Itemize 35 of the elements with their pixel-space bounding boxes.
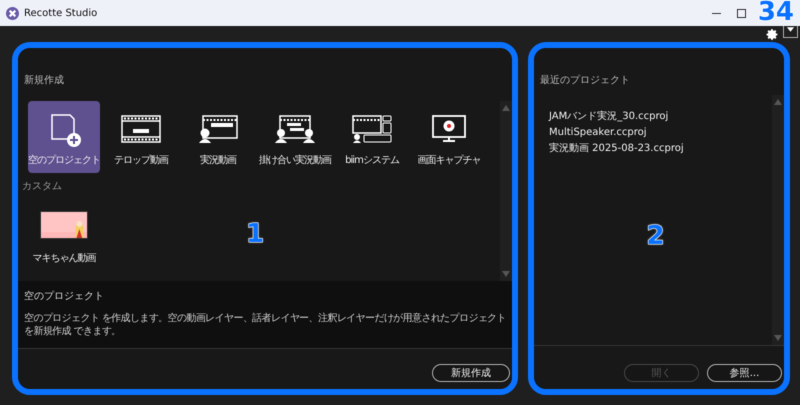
app-logo-icon [6, 6, 19, 20]
group-label: カスタム [22, 180, 63, 193]
scroll-down-icon[interactable] [774, 335, 782, 341]
two-speakers-film-icon [275, 115, 315, 143]
settings-icon[interactable] [766, 28, 779, 41]
recent-file-item[interactable]: 実況動画 2025-08-23.ccproj [549, 141, 772, 157]
section-heading: 最近のプロジェクト [539, 74, 631, 87]
monitor-record-icon [429, 115, 469, 143]
create-button[interactable]: 新規作成 [432, 364, 510, 382]
recent-file-item[interactable]: JAMバンド実況_30.ccproj [549, 109, 772, 125]
template-tile[interactable]: 掛け合い実況動画 [259, 101, 331, 173]
browse-button[interactable]: 参照... [707, 364, 782, 382]
scroll-up-icon[interactable] [774, 99, 782, 105]
template-tile[interactable]: テロップ動画 [105, 101, 177, 173]
template-tile[interactable]: biimシステム [336, 101, 408, 173]
template-tile[interactable]: マキちゃん動画 [28, 199, 100, 271]
scroll-up-icon[interactable] [502, 105, 510, 111]
callout-number: 2 [646, 221, 665, 251]
scroll-down-icon[interactable] [502, 271, 510, 277]
recent-file-item[interactable]: MultiSpeaker.ccproj [549, 125, 772, 141]
template-tile[interactable]: 空のプロジェクト [28, 101, 100, 173]
scrollbar[interactable] [772, 95, 784, 345]
callout-number: 1 [246, 219, 264, 249]
speaker-film-icon [198, 115, 238, 143]
description-title: 空のプロジェクト [24, 290, 105, 303]
template-tile[interactable]: 画面キャプチャ [413, 101, 485, 173]
layout-panels-icon [352, 115, 392, 143]
description-text: 空のプロジェクト を作成します。空の動画レイヤー、話者レイヤー、注釈レイヤーだけが用意されたプロジェクトを新規作成 できます。 [24, 312, 506, 338]
film-strip-icon [121, 115, 161, 143]
scrollbar[interactable] [500, 101, 512, 281]
window-title: Recotte Studio [24, 8, 98, 18]
maximize-icon[interactable] [737, 8, 746, 18]
template-tile[interactable]: 実況動画 [182, 101, 254, 173]
callout-number: 34 [758, 2, 794, 22]
section-heading: 新規作成 [23, 74, 65, 87]
